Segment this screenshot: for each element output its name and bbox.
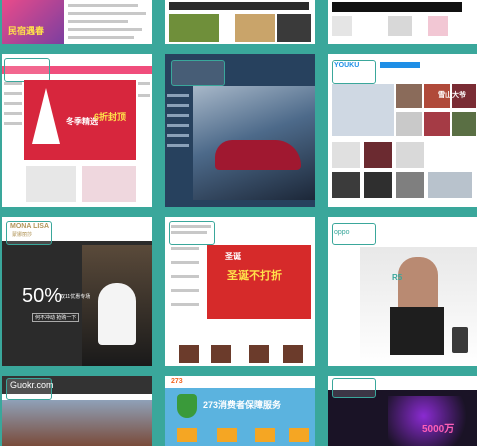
tile-11-label: 273消费者保障服务: [203, 400, 282, 410]
tile-10-label: Guokr.com: [10, 380, 54, 390]
tile-4[interactable]: 冬季精选 6折封顶: [2, 54, 152, 207]
tile-1-thumbnail: [2, 0, 64, 44]
tile-9-product: R5: [392, 273, 403, 282]
tile-2[interactable]: [165, 0, 315, 44]
tile-11[interactable]: 273 273消费者保障服务: [165, 376, 315, 446]
tile-12-label: 5000万: [422, 424, 455, 435]
tile-9[interactable]: oppo R5: [328, 217, 477, 366]
tile-4-selection: [4, 58, 50, 82]
tile-4-badge: 6折封顶: [94, 112, 127, 122]
tile-12[interactable]: 5000万: [328, 376, 477, 446]
tile-6-label: YOUKU: [334, 62, 360, 69]
tile-1-label: 民宿遇春: [8, 26, 45, 36]
tile-7-label: MONA LISA: [10, 223, 50, 230]
tile-5-selection: [171, 60, 225, 86]
tile-5[interactable]: [165, 54, 315, 207]
screenshot-grid: 民宿遇春 冬季精选 6折封顶 YOUKU 雪山大爷 MONA LISA 蒙娜丽莎…: [0, 0, 477, 446]
tile-7-promo-line: 双11优惠专场: [60, 294, 91, 300]
tile-9-label: oppo: [334, 229, 350, 236]
tile-6-side-text: 雪山大爷: [438, 92, 466, 99]
tile-7-promo-button[interactable]: 何不冲动 抢购一下: [32, 313, 80, 322]
tile-3[interactable]: [328, 0, 477, 44]
tile-1[interactable]: 民宿遇春: [2, 0, 152, 44]
tile-6[interactable]: YOUKU 雪山大爷: [328, 54, 477, 207]
tile-8-label: 圣诞不打折: [227, 270, 282, 282]
tile-10-photo: [2, 400, 152, 446]
tile-8-side: 圣诞: [225, 252, 241, 261]
tile-7-promo-pct: 50%: [22, 285, 63, 307]
tile-7[interactable]: MONA LISA 蒙娜丽莎 50% 双11优惠专场 何不冲动 抢购一下: [2, 217, 152, 366]
tile-10[interactable]: Guokr.com: [2, 376, 152, 446]
tile-12-selection: [332, 378, 376, 398]
tile-8[interactable]: 圣诞 圣诞不打折: [165, 217, 315, 366]
tile-7-sub: 蒙娜丽莎: [12, 232, 33, 238]
